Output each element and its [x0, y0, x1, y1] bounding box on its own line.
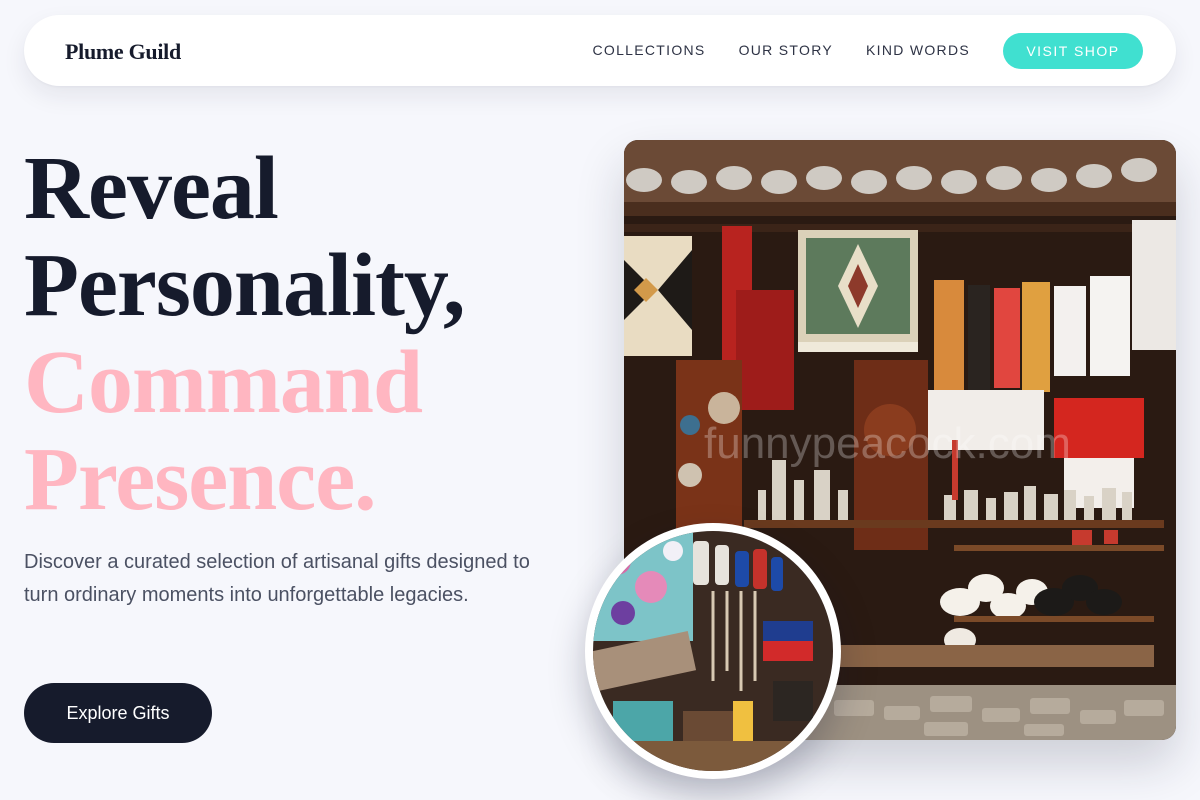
- souvenir-detail-photo: [585, 523, 841, 779]
- nav-link-collections[interactable]: COLLECTIONS: [592, 42, 705, 58]
- top-nav: Plume Guild COLLECTIONS OUR STORY KIND W…: [24, 15, 1176, 86]
- headline-line-1: Reveal: [24, 139, 279, 238]
- headline-accent-line-2: Presence.: [24, 430, 377, 529]
- headline-accent-line-1: Command: [24, 333, 423, 432]
- nav-link-kind-words[interactable]: KIND WORDS: [866, 42, 970, 58]
- image-watermark: funnypeacock.com: [704, 419, 1071, 468]
- hero-description: Discover a curated selection of artisana…: [24, 551, 530, 606]
- nav-link-our-story[interactable]: OUR STORY: [739, 42, 833, 58]
- brand-logo[interactable]: Plume Guild: [65, 39, 181, 65]
- hero-headline: Reveal Personality, Command Presence.: [24, 140, 584, 528]
- explore-gifts-button[interactable]: Explore Gifts: [24, 683, 212, 743]
- visit-shop-button[interactable]: VISIT SHOP: [1003, 33, 1143, 69]
- headline-line-2: Personality,: [24, 236, 465, 335]
- nav-links: COLLECTIONS OUR STORY KIND WORDS: [592, 42, 970, 58]
- souvenir-detail-disc: [593, 531, 833, 771]
